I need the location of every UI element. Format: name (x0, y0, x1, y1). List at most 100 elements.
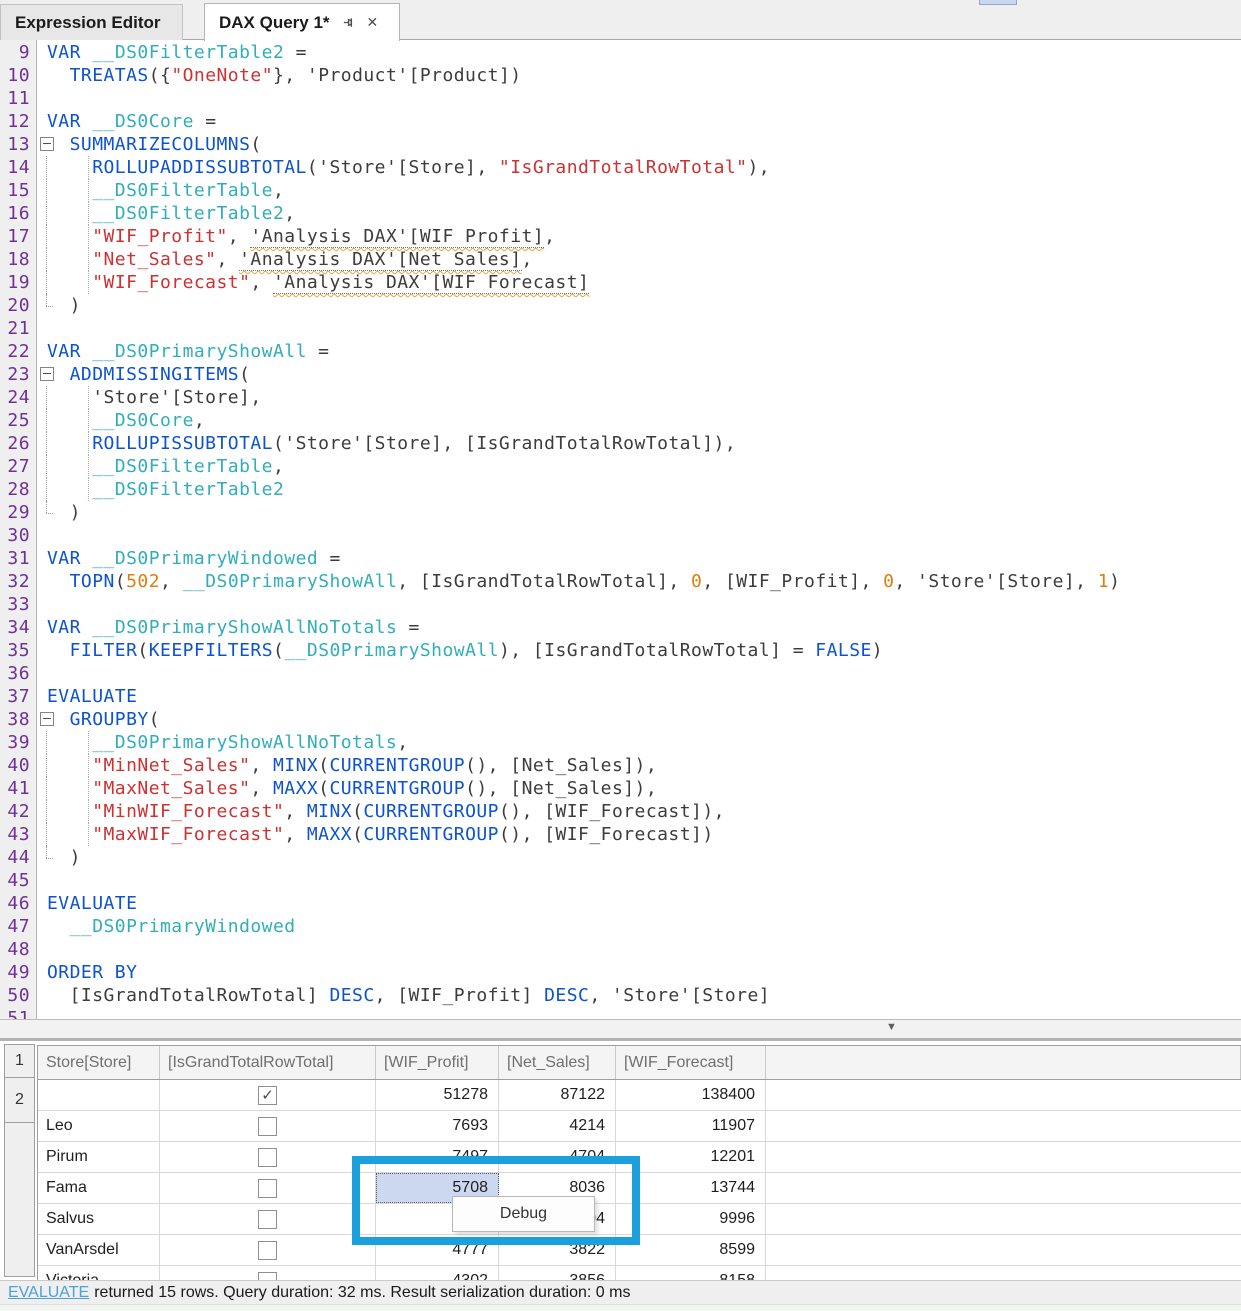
code-line[interactable]: 9VAR __DS0FilterTable2 = (0, 41, 1241, 64)
checkbox-cell[interactable]: ✓ (160, 1080, 376, 1110)
code-line[interactable]: 39 __DS0PrimaryShowAllNoTotals, (0, 731, 1241, 754)
table-row[interactable]: ✓ 5127887122138400 (38, 1080, 1241, 1111)
code-line[interactable]: 22VAR __DS0PrimaryShowAll = (0, 340, 1241, 363)
code-line[interactable]: 34VAR __DS0PrimaryShowAllNoTotals = (0, 616, 1241, 639)
code-line[interactable]: 38 GROUPBY( (0, 708, 1241, 731)
tab-expression-editor[interactable]: Expression Editor (0, 4, 183, 40)
code-line[interactable]: 25 __DS0Core, (0, 409, 1241, 432)
code-line[interactable]: 48 (0, 938, 1241, 961)
checkbox-cell[interactable] (160, 1235, 376, 1265)
code-line[interactable]: 49ORDER BY (0, 961, 1241, 984)
code-line[interactable]: 18 "Net_Sales", 'Analysis DAX'[Net Sales… (0, 248, 1241, 271)
value-cell[interactable] (766, 1235, 1241, 1265)
value-cell[interactable] (766, 1142, 1241, 1172)
toolbar-button-partial[interactable] (979, 0, 1017, 5)
code-line[interactable]: 44 ) (0, 846, 1241, 869)
code-line[interactable]: 40 "MinNet_Sales", MINX(CURRENTGROUP(), … (0, 754, 1241, 777)
value-cell[interactable]: 51278 (376, 1080, 499, 1110)
store-cell[interactable]: Leo (38, 1111, 160, 1141)
code-line[interactable]: 42 "MinWIF_Forecast", MINX(CURRENTGROUP(… (0, 800, 1241, 823)
row-header-cell[interactable] (4, 1122, 35, 1277)
value-cell[interactable]: 8158 (616, 1266, 766, 1280)
store-cell[interactable]: VanArsdel (38, 1235, 160, 1265)
value-cell[interactable] (766, 1173, 1241, 1203)
collapse-splitter-icon[interactable]: ▼ (886, 1021, 897, 1033)
table-row[interactable]: Victoria 430238568158 (38, 1266, 1241, 1280)
code-line[interactable]: 13 SUMMARIZECOLUMNS( (0, 133, 1241, 156)
column-header[interactable]: Store[Store] (38, 1046, 160, 1079)
checkbox-unchecked[interactable] (258, 1117, 277, 1136)
editor-results-splitter[interactable]: ▼ (0, 1019, 1241, 1041)
code-line[interactable]: 20 ) (0, 294, 1241, 317)
code-line[interactable]: 12VAR __DS0Core = (0, 110, 1241, 133)
code-line[interactable]: 41 "MaxNet_Sales", MAXX(CURRENTGROUP(), … (0, 777, 1241, 800)
close-icon[interactable]: ✕ (367, 14, 379, 31)
code-line[interactable]: 43 "MaxWIF_Forecast", MAXX(CURRENTGROUP(… (0, 823, 1241, 846)
value-cell[interactable] (766, 1080, 1241, 1110)
code-line[interactable]: 17 "WIF_Profit", 'Analysis DAX'[WIF Prof… (0, 225, 1241, 248)
checkbox-checked[interactable]: ✓ (258, 1086, 277, 1105)
value-cell[interactable]: 7693 (376, 1111, 499, 1141)
value-cell[interactable]: 138400 (616, 1080, 766, 1110)
dax-code-editor[interactable]: 9VAR __DS0FilterTable2 =10 TREATAS({"One… (0, 40, 1241, 1019)
row-header-cell[interactable]: 1 (4, 1044, 35, 1078)
value-cell[interactable]: 11907 (616, 1111, 766, 1141)
checkbox-cell[interactable] (160, 1142, 376, 1172)
code-line[interactable]: 51 (0, 1007, 1241, 1019)
value-cell[interactable] (766, 1111, 1241, 1141)
checkbox-unchecked[interactable] (258, 1210, 277, 1229)
pin-icon[interactable] (342, 15, 357, 30)
row-header-cell[interactable]: 2 (4, 1077, 35, 1123)
checkbox-cell[interactable] (160, 1173, 376, 1203)
store-cell[interactable]: Fama (38, 1173, 160, 1203)
code-line[interactable]: 37EVALUATE (0, 685, 1241, 708)
code-line[interactable]: 36 (0, 662, 1241, 685)
code-line[interactable]: 16 __DS0FilterTable2, (0, 202, 1241, 225)
code-line[interactable]: 14 ROLLUPADDISSUBTOTAL('Store'[Store], "… (0, 156, 1241, 179)
code-line[interactable]: 26 ROLLUPISSUBTOTAL('Store'[Store], [IsG… (0, 432, 1241, 455)
checkbox-unchecked[interactable] (258, 1148, 277, 1167)
store-cell[interactable]: Salvus (38, 1204, 160, 1234)
code-line[interactable]: 47 __DS0PrimaryWindowed (0, 915, 1241, 938)
code-line[interactable]: 10 TREATAS({"OneNote"}, 'Product'[Produc… (0, 64, 1241, 87)
column-header[interactable]: [IsGrandTotalRowTotal] (160, 1046, 376, 1079)
code-line[interactable]: 11 (0, 87, 1241, 110)
code-line[interactable]: 30 (0, 524, 1241, 547)
column-header[interactable]: [WIF_Forecast] (616, 1046, 766, 1079)
checkbox-cell[interactable] (160, 1204, 376, 1234)
column-header[interactable]: [Net_Sales] (499, 1046, 616, 1079)
value-cell[interactable]: 87122 (499, 1080, 616, 1110)
code-line[interactable]: 19 "WIF_Forecast", 'Analysis DAX'[WIF Fo… (0, 271, 1241, 294)
value-cell[interactable]: 4214 (499, 1111, 616, 1141)
store-cell[interactable]: Victoria (38, 1266, 160, 1280)
value-cell[interactable]: 4302 (376, 1266, 499, 1280)
checkbox-cell[interactable] (160, 1266, 376, 1280)
checkbox-cell[interactable] (160, 1111, 376, 1141)
value-cell[interactable] (766, 1266, 1241, 1280)
code-line[interactable]: 46EVALUATE (0, 892, 1241, 915)
code-line[interactable]: 24 'Store'[Store], (0, 386, 1241, 409)
table-row[interactable]: Leo 7693421411907 (38, 1111, 1241, 1142)
code-line[interactable]: 28 __DS0FilterTable2 (0, 478, 1241, 501)
column-header[interactable]: [WIF_Profit] (376, 1046, 499, 1079)
code-line[interactable]: 35 FILTER(KEEPFILTERS(__DS0PrimaryShowAl… (0, 639, 1241, 662)
code-line[interactable]: 23 ADDMISSINGITEMS( (0, 363, 1241, 386)
code-line[interactable]: 33 (0, 593, 1241, 616)
code-line[interactable]: 29 ) (0, 501, 1241, 524)
value-cell[interactable]: 3856 (499, 1266, 616, 1280)
store-cell[interactable] (38, 1080, 160, 1110)
store-cell[interactable]: Pirum (38, 1142, 160, 1172)
code-line[interactable]: 27 __DS0FilterTable, (0, 455, 1241, 478)
code-line[interactable]: 45 (0, 869, 1241, 892)
tab-dax-query-1[interactable]: DAX Query 1* ✕ (204, 3, 400, 41)
checkbox-unchecked[interactable] (258, 1272, 277, 1281)
code-line[interactable]: 21 (0, 317, 1241, 340)
code-line[interactable]: 50 [IsGrandTotalRowTotal] DESC, [WIF_Pro… (0, 984, 1241, 1007)
code-line[interactable]: 15 __DS0FilterTable, (0, 179, 1241, 202)
code-line[interactable]: 32 TOPN(502, __DS0PrimaryShowAll, [IsGra… (0, 570, 1241, 593)
evaluate-link[interactable]: EVALUATE (8, 1284, 89, 1302)
code-line[interactable]: 31VAR __DS0PrimaryWindowed = (0, 547, 1241, 570)
value-cell[interactable] (766, 1204, 1241, 1234)
checkbox-unchecked[interactable] (258, 1179, 277, 1198)
column-header-filler[interactable] (766, 1046, 1241, 1079)
